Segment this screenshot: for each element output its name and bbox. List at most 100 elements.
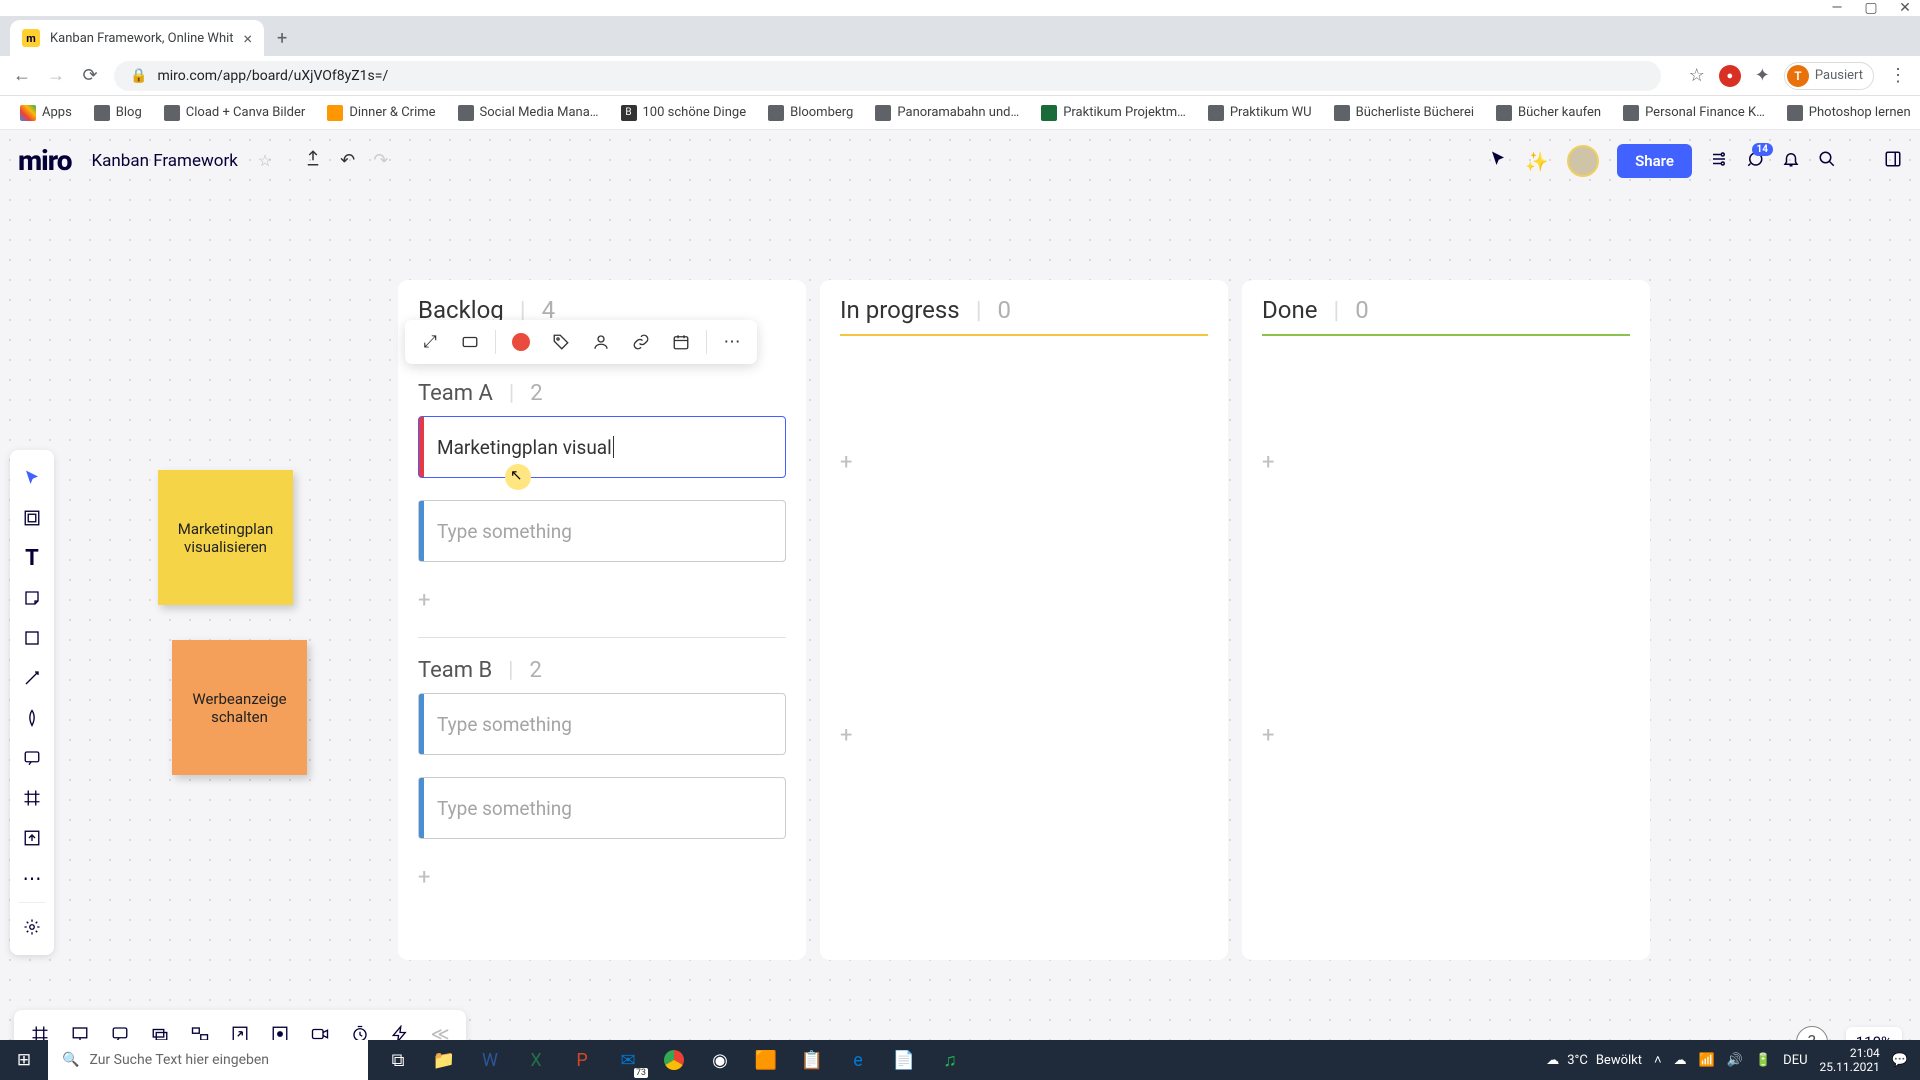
swimlane-title[interactable]: Team A	[418, 381, 493, 406]
card-type-icon[interactable]	[453, 326, 487, 358]
bookmark-item[interactable]: Praktikum WU	[1200, 101, 1320, 125]
notepad-icon[interactable]: 📄	[882, 1040, 926, 1080]
collaborator-avatar[interactable]	[1567, 145, 1599, 177]
text-tool[interactable]: T	[10, 538, 54, 578]
templates-tool[interactable]	[10, 498, 54, 538]
bookmark-item[interactable]: Panoramabahn und…	[867, 101, 1027, 125]
upload-tool[interactable]	[10, 818, 54, 858]
powerpoint-icon[interactable]: P	[560, 1040, 604, 1080]
add-card-button[interactable]: +	[418, 861, 786, 894]
link-icon[interactable]	[624, 326, 658, 358]
maximize-button[interactable]: ▢	[1864, 1, 1878, 15]
chrome-icon[interactable]	[652, 1040, 696, 1080]
bookmark-item[interactable]: B100 schöne Dinge	[613, 101, 755, 125]
onedrive-icon[interactable]: ☁	[1674, 1053, 1687, 1068]
taskbar-clock[interactable]: 21:04 25.11.2021	[1820, 1046, 1880, 1075]
date-icon[interactable]	[664, 326, 698, 358]
bookmark-item[interactable]: Photoshop lernen	[1779, 101, 1919, 125]
expand-icon[interactable]: ⤢	[413, 326, 447, 358]
task-view-icon[interactable]: ⧉	[376, 1040, 420, 1080]
tab-close-icon[interactable]: ×	[244, 29, 253, 48]
add-card-button[interactable]: +	[418, 584, 786, 617]
extensions-menu-icon[interactable]: ✦	[1755, 65, 1770, 86]
add-card-button[interactable]: +	[840, 719, 1208, 752]
app-icon[interactable]: 🟧	[744, 1040, 788, 1080]
battery-icon[interactable]: 🔋	[1755, 1053, 1771, 1068]
bookmark-item[interactable]: Cload + Canva Bilder	[156, 101, 314, 125]
edge-icon[interactable]: e	[836, 1040, 880, 1080]
line-tool[interactable]	[10, 658, 54, 698]
cursor-mode-icon[interactable]	[1489, 150, 1507, 173]
bookmark-item[interactable]: Bücherliste Bücherei	[1326, 101, 1482, 125]
bell-icon[interactable]	[1782, 150, 1800, 173]
minimize-button[interactable]: —	[1830, 1, 1844, 15]
shape-tool[interactable]	[10, 618, 54, 658]
close-button[interactable]: ✕	[1898, 1, 1912, 15]
export-icon[interactable]	[304, 149, 322, 172]
browser-tab-active[interactable]: m Kanban Framework, Online Whit ×	[10, 20, 264, 56]
kanban-column-done[interactable]: Done | 0 + +	[1242, 280, 1650, 960]
tray-chevron-icon[interactable]: ˄	[1654, 1052, 1662, 1068]
kanban-card-editing[interactable]: Marketingplan visual	[418, 416, 786, 478]
share-button[interactable]: Share	[1617, 144, 1692, 178]
star-board-icon[interactable]: ☆	[258, 151, 272, 170]
kanban-card-empty[interactable]: Type something	[418, 693, 786, 755]
redo-icon[interactable]: ↷	[373, 150, 388, 171]
select-tool[interactable]	[10, 458, 54, 498]
bookmark-item[interactable]: Bücher kaufen	[1488, 101, 1609, 125]
kanban-card-empty[interactable]: Type something	[418, 500, 786, 562]
activity-panel-icon[interactable]	[1884, 150, 1902, 173]
chrome-menu-icon[interactable]: ⋮	[1888, 65, 1908, 86]
bookmark-item[interactable]: Bloomberg	[760, 101, 861, 125]
bookmark-item[interactable]: Personal Finance K…	[1615, 101, 1773, 125]
start-button[interactable]: ⊞	[0, 1040, 48, 1080]
bookmark-item[interactable]: Praktikum Projektm…	[1033, 101, 1194, 125]
action-center-icon[interactable]: 💬	[1892, 1053, 1908, 1068]
sticky-note-yellow[interactable]: Marketingplan visualisieren	[158, 470, 293, 605]
back-button[interactable]: ←	[12, 65, 32, 86]
reload-button[interactable]: ⟳	[80, 65, 100, 86]
color-picker[interactable]	[504, 326, 538, 358]
card-text[interactable]: Marketingplan visual	[437, 436, 612, 459]
kanban-card-empty[interactable]: Type something	[418, 777, 786, 839]
language-indicator[interactable]: DEU	[1783, 1053, 1807, 1068]
bookmark-item[interactable]: Dinner & Crime	[319, 101, 443, 125]
sticky-tool[interactable]	[10, 578, 54, 618]
kanban-column-progress[interactable]: In progress | 0 + +	[820, 280, 1228, 960]
app-icon[interactable]: 📋	[790, 1040, 834, 1080]
bookmark-star-icon[interactable]: ☆	[1689, 65, 1705, 86]
profile-chip[interactable]: T Pausiert	[1784, 62, 1874, 90]
sticky-note-orange[interactable]: Werbeanzeige schalten	[172, 640, 307, 775]
bookmark-apps[interactable]: Apps	[12, 101, 80, 125]
volume-icon[interactable]: 🔊	[1727, 1053, 1743, 1068]
comment-tool[interactable]	[10, 738, 54, 778]
more-tools[interactable]: ⋯	[10, 858, 54, 898]
kanban-column-backlog[interactable]: Backlog | 4 Team A | 2 Marketingplan vis…	[398, 280, 806, 960]
miro-canvas[interactable]: miro Kanban Framework ☆ ↶ ↷ ✨ Share 14 T	[0, 130, 1920, 1080]
taskbar-search[interactable]: 🔍 Zur Suche Text hier eingeben	[48, 1040, 368, 1080]
weather-widget[interactable]: ☁ 3°C Bewölkt	[1546, 1053, 1642, 1068]
reactions-icon[interactable]: ✨	[1525, 150, 1549, 173]
add-card-button[interactable]: +	[840, 446, 1208, 479]
more-icon[interactable]: ⋯	[715, 326, 749, 358]
obs-icon[interactable]: ◉	[698, 1040, 742, 1080]
pen-tool[interactable]	[10, 698, 54, 738]
mail-icon[interactable]: ✉73	[606, 1040, 650, 1080]
forward-button[interactable]: →	[46, 65, 66, 86]
board-name[interactable]: Kanban Framework	[92, 151, 238, 171]
new-tab-button[interactable]: +	[264, 20, 300, 56]
add-card-button[interactable]: +	[1262, 446, 1630, 479]
assignee-icon[interactable]	[584, 326, 618, 358]
undo-icon[interactable]: ↶	[340, 150, 355, 171]
spotify-icon[interactable]: ♫	[928, 1040, 972, 1080]
ai-tool[interactable]	[10, 907, 54, 947]
swimlane-title[interactable]: Team B	[418, 658, 492, 683]
bookmark-item[interactable]: Blog	[86, 101, 150, 125]
wifi-icon[interactable]: 📶	[1699, 1053, 1715, 1068]
add-card-button[interactable]: +	[1262, 719, 1630, 752]
url-field[interactable]: 🔒 miro.com/app/board/uXjVOf8yZ1s=/	[114, 61, 1661, 91]
miro-logo[interactable]: miro	[18, 144, 72, 177]
settings-icon[interactable]	[1710, 150, 1728, 173]
tag-icon[interactable]	[544, 326, 578, 358]
comments-icon[interactable]: 14	[1746, 150, 1764, 173]
